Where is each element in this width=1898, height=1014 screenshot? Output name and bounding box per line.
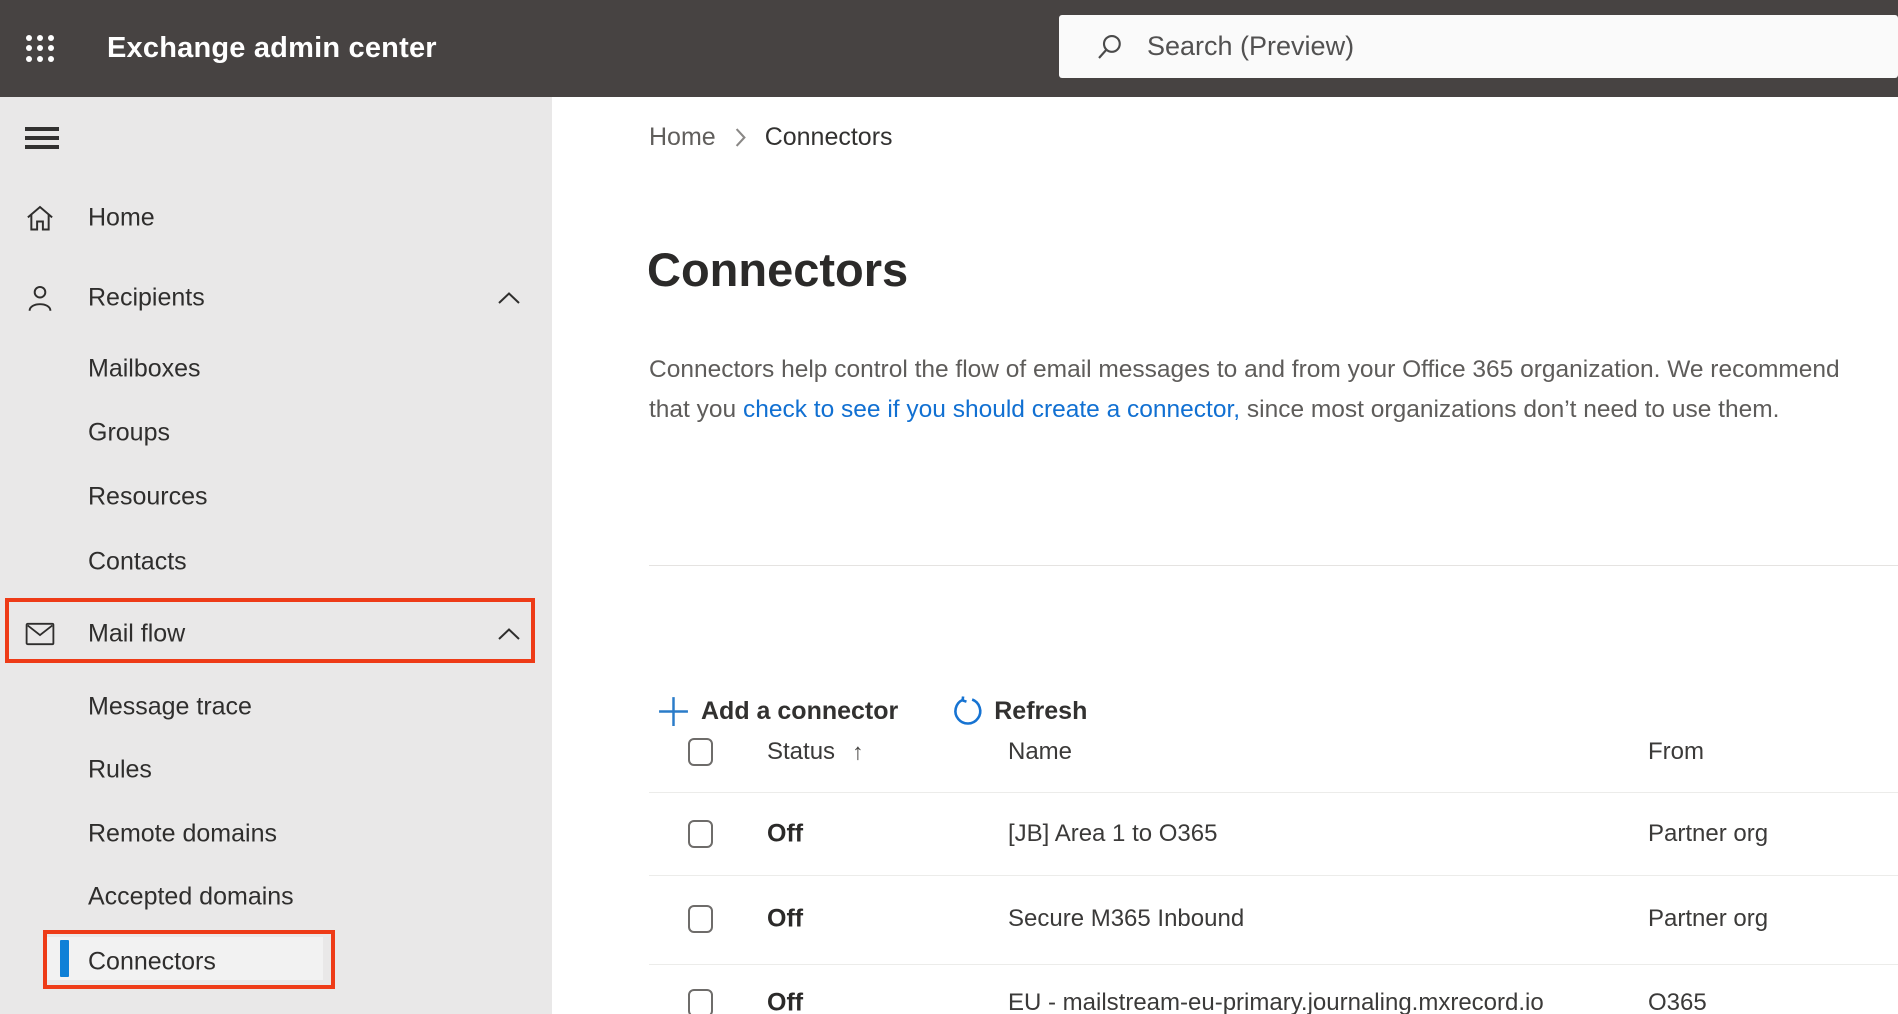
description-text-after: since most organizations don’t need to u… bbox=[1240, 396, 1780, 423]
exchange-admin-center-screen: Exchange admin center Home Recip bbox=[0, 0, 1898, 1014]
add-connector-label: Add a connector bbox=[701, 696, 899, 725]
add-connector-button[interactable]: Add a connector bbox=[657, 695, 898, 728]
sidebar-item-remote-domains[interactable]: Remote domains bbox=[0, 806, 552, 862]
home-icon bbox=[27, 205, 53, 231]
connector-name: [JB] Area 1 to O365 bbox=[1008, 820, 1218, 847]
connector-from: O365 bbox=[1648, 989, 1707, 1014]
connector-from: Partner org bbox=[1648, 820, 1769, 847]
plus-icon bbox=[659, 696, 688, 726]
sidebar-item-mailboxes[interactable]: Mailboxes bbox=[0, 341, 552, 397]
row-checkbox[interactable] bbox=[688, 989, 713, 1014]
sidebar-item-resources[interactable]: Resources bbox=[0, 469, 552, 525]
sidebar-item-message-trace[interactable]: Message trace bbox=[0, 679, 552, 735]
sidebar-item-contacts[interactable]: Contacts bbox=[0, 534, 552, 590]
person-icon bbox=[28, 285, 52, 311]
table-header-row: Status ↑ Name From bbox=[552, 724, 1898, 780]
sidebar-item-label: Mailboxes bbox=[88, 354, 201, 383]
search-input[interactable] bbox=[1125, 15, 1898, 78]
sidebar-item-label: Accepted domains bbox=[88, 882, 294, 911]
sidebar-nav: Home Recipients Mailboxes Groups Resourc… bbox=[0, 97, 552, 1014]
sidebar-item-recipients[interactable]: Recipients bbox=[0, 270, 552, 326]
sidebar-item-label: Contacts bbox=[88, 547, 187, 576]
breadcrumb-home-link[interactable]: Home bbox=[649, 123, 716, 152]
refresh-label: Refresh bbox=[994, 696, 1088, 725]
sidebar-item-label: Resources bbox=[88, 482, 208, 511]
breadcrumb-current: Connectors bbox=[764, 122, 893, 151]
chevron-up-icon[interactable] bbox=[496, 290, 522, 306]
connector-from: Partner org bbox=[1648, 905, 1769, 932]
create-connector-check-link[interactable]: check to see if you should create a conn… bbox=[743, 396, 1240, 423]
search-icon bbox=[1098, 34, 1121, 59]
table-row[interactable]: Off EU - mailstream-eu-primary.journalin… bbox=[552, 975, 1898, 1014]
sidebar-item-label: Recipients bbox=[88, 283, 205, 312]
column-header-name[interactable]: Name bbox=[1008, 738, 1072, 766]
column-header-status[interactable]: Status bbox=[767, 738, 835, 766]
table-row[interactable]: Off Secure M365 Inbound Partner org bbox=[552, 891, 1898, 947]
column-header-from[interactable]: From bbox=[1648, 738, 1704, 766]
annotation-box-mail-flow bbox=[5, 598, 535, 663]
sidebar-item-accepted-domains[interactable]: Accepted domains bbox=[0, 869, 552, 925]
table-header-divider bbox=[649, 792, 1898, 793]
breadcrumb-chevron-icon bbox=[735, 127, 746, 147]
row-checkbox[interactable] bbox=[688, 820, 713, 848]
connector-status: Off bbox=[767, 819, 804, 848]
breadcrumb: Home Connectors bbox=[649, 119, 893, 155]
sidebar-item-rules[interactable]: Rules bbox=[0, 742, 552, 798]
sort-ascending-icon: ↑ bbox=[852, 738, 864, 765]
row-divider bbox=[649, 875, 1898, 876]
sidebar-item-label: Home bbox=[88, 203, 155, 232]
app-title: Exchange admin center bbox=[107, 32, 437, 64]
select-all-checkbox[interactable] bbox=[688, 738, 713, 766]
hamburger-menu-icon[interactable] bbox=[25, 127, 59, 149]
page-description: Connectors help control the flow of emai… bbox=[649, 350, 1871, 430]
connector-name: EU - mailstream-eu-primary.journaling.mx… bbox=[1008, 989, 1544, 1014]
row-checkbox[interactable] bbox=[688, 905, 713, 933]
sidebar-item-label: Groups bbox=[88, 418, 170, 447]
sidebar-item-label: Rules bbox=[88, 755, 152, 784]
sidebar-item-label: Message trace bbox=[88, 692, 252, 721]
page-title: Connectors bbox=[647, 243, 909, 296]
connector-status: Off bbox=[767, 904, 804, 933]
search-box[interactable] bbox=[1059, 15, 1898, 78]
connector-status: Off bbox=[767, 988, 804, 1014]
annotation-box-connectors bbox=[43, 930, 335, 989]
connector-name: Secure M365 Inbound bbox=[1008, 905, 1245, 932]
refresh-button[interactable]: Refresh bbox=[952, 695, 1088, 727]
table-row[interactable]: Off [JB] Area 1 to O365 Partner org bbox=[552, 806, 1898, 862]
main-content: Home Connectors Connectors Connectors he… bbox=[552, 97, 1898, 1014]
sidebar-item-home[interactable]: Home bbox=[0, 190, 552, 246]
row-divider bbox=[649, 964, 1898, 965]
sidebar-item-groups[interactable]: Groups bbox=[0, 405, 552, 461]
sidebar-item-label: Remote domains bbox=[88, 819, 277, 848]
top-app-bar: Exchange admin center bbox=[0, 0, 1898, 97]
app-launcher-waffle-icon[interactable] bbox=[24, 33, 56, 64]
refresh-icon bbox=[954, 695, 982, 725]
toolbar-top-divider bbox=[649, 565, 1898, 566]
